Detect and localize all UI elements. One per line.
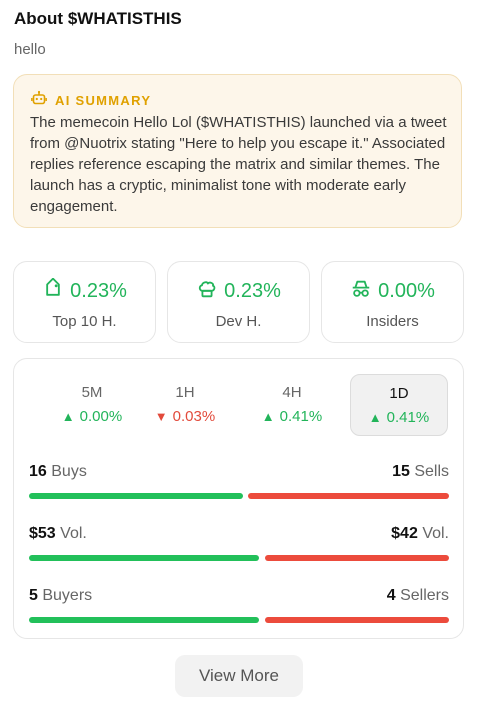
tab-label: 1H <box>175 384 195 401</box>
incognito-icon <box>350 278 372 305</box>
ai-summary-card: AI SUMMARY The memecoin Hello Lol ($WHAT… <box>13 74 462 228</box>
sellers-label: Sellers <box>400 587 449 604</box>
stat-card-dev-holdings: 0.23% Dev H. <box>167 261 310 343</box>
sell-volume-value: $42 <box>391 525 418 542</box>
arrow-up-icon: ▲ <box>61 409 75 424</box>
buy-volume-label: Vol. <box>60 525 87 542</box>
tab-change-value: 0.00% <box>79 408 123 425</box>
robot-icon <box>31 90 47 111</box>
tab-change-value: 0.03% <box>172 408 216 425</box>
buyers-count: 5 Buyers <box>29 587 92 605</box>
sellers-number: 4 <box>386 587 396 604</box>
tab-1d[interactable]: 1D ▲ 0.41% <box>350 374 448 436</box>
token-info-panel: About $WHATISTHIS hello AI SUMMARY The m… <box>0 0 480 710</box>
tag-icon <box>42 277 64 305</box>
tab-change: ▲ 0.00% <box>43 408 141 425</box>
stat-label: Insiders <box>366 313 419 330</box>
sell-volume: $42 Vol. <box>391 525 449 543</box>
arrow-down-icon: ▼ <box>154 409 168 424</box>
sells-label: Sells <box>414 463 449 480</box>
chef-hat-icon <box>196 278 218 305</box>
view-more-button[interactable]: View More <box>175 655 303 697</box>
tab-change-value: 0.41% <box>279 408 323 425</box>
sells-bar <box>248 493 449 499</box>
buys-label: Buys <box>51 463 87 480</box>
tab-change: ▲ 0.41% <box>351 409 447 426</box>
sells-count: 15 Sells <box>392 463 449 481</box>
buys-count: 16 Buys <box>29 463 87 481</box>
about-description: hello <box>14 41 46 58</box>
trading-activity-panel: 5M ▲ 0.00% 1H ▼ 0.03% 4H ▲ 0.41% 1D ▲ 0.… <box>13 358 464 639</box>
buys-number: 16 <box>29 463 47 480</box>
buy-volume-bar <box>29 555 259 561</box>
ai-summary-text: The memecoin Hello Lol ($WHATISTHIS) lau… <box>30 114 447 215</box>
tab-label: 4H <box>282 384 302 401</box>
stat-value: 0.23% <box>70 280 127 302</box>
stat-card-insiders: 0.00% Insiders <box>321 261 464 343</box>
buys-bar <box>29 493 243 499</box>
tab-4h[interactable]: 4H ▲ 0.41% <box>243 374 341 436</box>
stat-label: Dev H. <box>215 313 262 330</box>
sellers-count: 4 Sellers <box>387 587 449 605</box>
tab-change: ▲ 0.41% <box>243 408 341 425</box>
buy-volume-value: $53 <box>29 525 56 542</box>
ai-summary-header: AI SUMMARY <box>31 90 151 111</box>
sellers-bar <box>265 617 449 623</box>
ai-summary-label: AI SUMMARY <box>55 93 152 108</box>
tab-label: 5M <box>81 384 103 401</box>
buyers-number: 5 <box>29 587 38 604</box>
arrow-up-icon: ▲ <box>261 409 275 424</box>
tab-change-value: 0.41% <box>386 409 430 426</box>
sells-number: 15 <box>392 463 410 480</box>
buy-volume: $53 Vol. <box>29 525 87 543</box>
arrow-up-icon: ▲ <box>368 410 382 425</box>
about-title: About $WHATISTHIS <box>14 9 182 28</box>
stat-card-top10-holders: 0.23% Top 10 H. <box>13 261 156 343</box>
tab-1h[interactable]: 1H ▼ 0.03% <box>136 374 234 436</box>
stat-label: Top 10 H. <box>52 313 117 330</box>
buyers-bar <box>29 617 259 623</box>
tab-change: ▼ 0.03% <box>136 408 234 425</box>
sell-volume-label: Vol. <box>422 525 449 542</box>
buyers-label: Buyers <box>42 587 93 604</box>
tab-5m[interactable]: 5M ▲ 0.00% <box>43 374 141 436</box>
tab-label: 1D <box>389 385 409 402</box>
stat-value: 0.23% <box>224 280 281 302</box>
sell-volume-bar <box>265 555 449 561</box>
stat-value: 0.00% <box>378 280 435 302</box>
